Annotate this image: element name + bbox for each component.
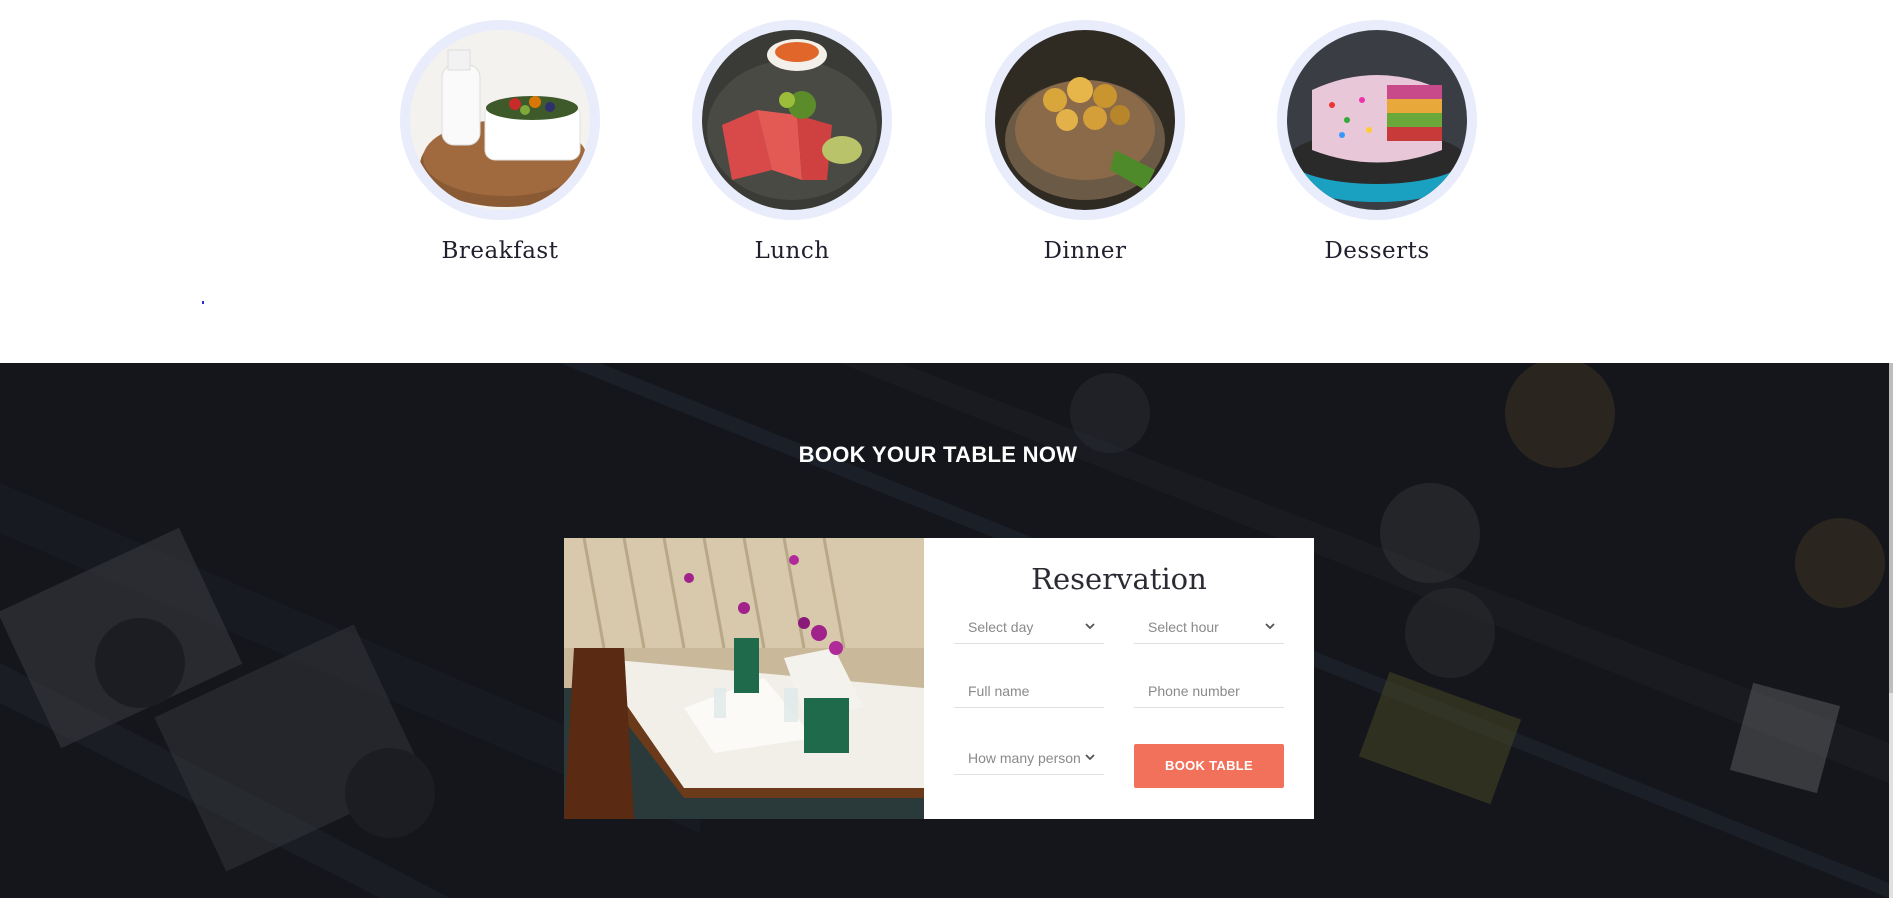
category-dinner[interactable]: Dinner [985, 20, 1185, 264]
booking-heading: BOOK YOUR TABLE NOW [798, 442, 1078, 467]
chevron-down-icon [1084, 610, 1096, 644]
desserts-image-ring [1277, 20, 1477, 220]
dinner-image-ring [985, 20, 1185, 220]
chevron-down-icon [1264, 610, 1276, 644]
breakfast-image-ring [400, 20, 600, 220]
dinner-photo [995, 30, 1175, 210]
category-lunch[interactable]: Lunch [692, 20, 892, 264]
book-table-button[interactable]: BOOK TABLE [1134, 744, 1284, 788]
category-breakfast[interactable]: Breakfast [400, 20, 600, 264]
select-day-dropdown[interactable]: Select day [954, 610, 1104, 644]
meal-categories: Breakfast Lunch Dinner Desserts [0, 0, 1889, 363]
select-day-value: Select day [968, 619, 1034, 635]
page-scrollbar[interactable] [1889, 363, 1893, 898]
reservation-title: Reservation [1031, 562, 1207, 596]
persons-dropdown[interactable]: How many person [954, 741, 1104, 775]
select-hour-dropdown[interactable]: Select hour [1134, 610, 1284, 644]
category-label: Lunch [754, 238, 830, 264]
phone-number-placeholder: Phone number [1148, 683, 1240, 699]
scrollbar-thumb[interactable] [1889, 363, 1893, 693]
breakfast-photo [410, 30, 590, 210]
category-label: Desserts [1324, 238, 1430, 264]
reservation-form: Reservation Select day Select hour Full … [924, 538, 1314, 819]
category-label: Dinner [1043, 238, 1127, 264]
lunch-photo [702, 30, 882, 210]
table-setting-photo [564, 538, 924, 819]
phone-number-field[interactable]: Phone number [1134, 674, 1284, 708]
category-label: Breakfast [441, 238, 559, 264]
chevron-down-icon [1084, 741, 1096, 775]
persons-value: How many person [968, 750, 1081, 766]
full-name-placeholder: Full name [968, 683, 1030, 699]
desserts-photo [1287, 30, 1467, 210]
category-desserts[interactable]: Desserts [1277, 20, 1477, 264]
stray-dot [202, 301, 204, 304]
select-hour-value: Select hour [1148, 619, 1219, 635]
full-name-field[interactable]: Full name [954, 674, 1104, 708]
lunch-image-ring [692, 20, 892, 220]
reservation-card: Reservation Select day Select hour Full … [564, 538, 1314, 819]
booking-section: BOOK YOUR TABLE NOW Reservation Select d… [0, 363, 1889, 898]
